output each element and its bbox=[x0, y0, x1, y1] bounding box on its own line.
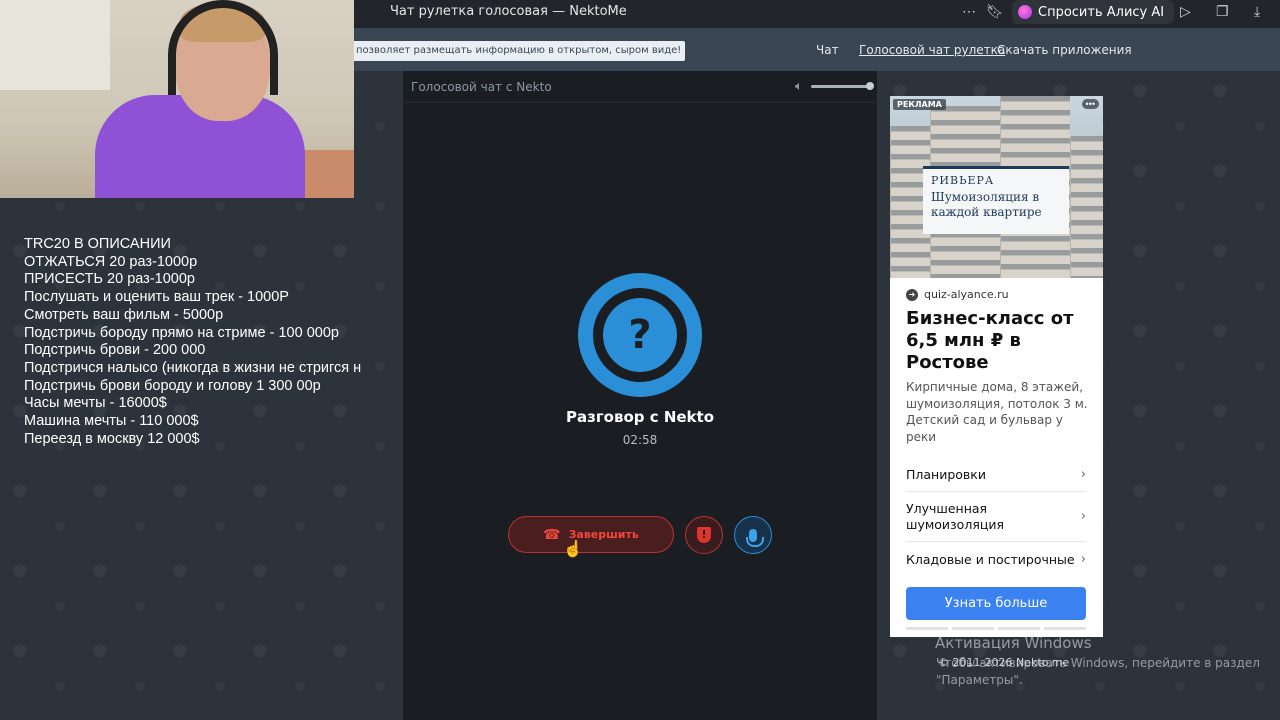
ad-menu-icon[interactable]: ••• bbox=[1081, 99, 1099, 109]
call-timer: 02:58 bbox=[622, 433, 658, 447]
donation-item: ПРИСЕСТЬ 20 раз-1000р bbox=[24, 271, 195, 288]
collections-icon[interactable]: ❐ bbox=[1216, 3, 1229, 20]
donation-item: Подстричь брови бороду и голову 1 300 00… bbox=[24, 377, 321, 394]
ad-sign: РИВЬЕРА Шумоизоляция в каждой квартире bbox=[923, 166, 1069, 234]
report-button[interactable]: ! bbox=[685, 516, 723, 554]
nav-chat[interactable]: Чат bbox=[816, 43, 839, 57]
donation-item: Подстричся налысо (никогда в жизни не ст… bbox=[24, 359, 362, 376]
volume-icon[interactable]: 🔈︎ bbox=[795, 78, 803, 94]
hang-up-icon: ☎ bbox=[543, 526, 561, 543]
alisa-label: Спросить Алису AI bbox=[1038, 4, 1165, 20]
ad-link-soundproofing[interactable]: Улучшенная шумоизоляция › bbox=[906, 501, 1086, 533]
panel-title: Голосовой чат с Nekto bbox=[411, 80, 552, 94]
shield-icon: ! bbox=[697, 527, 711, 543]
ad-label: РЕКЛАМА bbox=[893, 99, 946, 110]
end-call-button[interactable]: ☎ Завершить bbox=[508, 516, 674, 553]
mouse-cursor: ☝ bbox=[563, 541, 583, 558]
alisa-button[interactable]: Спросить Алису AI bbox=[1012, 0, 1175, 24]
panel-header: Голосовой чат с Nekto 🔈︎ bbox=[403, 71, 877, 103]
play-icon[interactable]: ▷ bbox=[1180, 3, 1191, 20]
ad-link-label: Планировки bbox=[906, 467, 986, 482]
ad-headline[interactable]: Бизнес-класс от 6,5 млн ₽ в Ростове bbox=[906, 308, 1096, 374]
chevron-right-icon: › bbox=[1080, 467, 1086, 482]
bookmark-icon[interactable]: 🔖︎ bbox=[986, 3, 1004, 20]
ad-carousel-indicator bbox=[906, 627, 1086, 630]
donation-list: TRC20 В ОПИСАНИИ ОТЖАТЬСЯ 20 раз-1000р П… bbox=[24, 236, 376, 448]
donation-item: Послушать и оценить ваш трек - 1000Р bbox=[24, 289, 289, 306]
ad-link-label: Кладовые и постирочные bbox=[906, 552, 1075, 567]
donation-item: TRC20 В ОПИСАНИИ bbox=[24, 236, 171, 252]
ad-link-layouts[interactable]: Планировки › bbox=[906, 467, 1086, 483]
divider bbox=[906, 541, 1086, 542]
chevron-right-icon: › bbox=[1080, 509, 1086, 524]
donation-item: Переезд в москву 12 000$ bbox=[24, 430, 200, 447]
ad-link-storage[interactable]: Кладовые и постирочные › bbox=[906, 552, 1086, 568]
donation-item: Смотреть ваш фильм - 5000р bbox=[24, 306, 224, 323]
volume-slider[interactable] bbox=[811, 85, 871, 88]
room-window bbox=[0, 0, 110, 90]
ad-cta-button[interactable]: Узнать больше bbox=[906, 587, 1086, 620]
webcam-overlay bbox=[0, 0, 354, 198]
windows-activation-title: Активация Windows bbox=[935, 634, 1092, 652]
ad-domain-text: quiz-alyance.ru bbox=[924, 288, 1009, 301]
donation-item: Машина мечты - 110 000$ bbox=[24, 413, 199, 430]
ad-sign-text: Шумоизоляция в каждой квартире bbox=[931, 190, 1042, 219]
donation-item: Подстричь брови - 200 000 bbox=[24, 342, 206, 359]
donation-item: Подстричь бороду прямо на стриме - 100 0… bbox=[24, 324, 339, 341]
ad-domain[interactable]: ➜ quiz-alyance.ru bbox=[906, 288, 1009, 301]
alisa-icon bbox=[1018, 5, 1032, 19]
ad-link-label: Улучшенная шумоизоляция bbox=[906, 501, 1004, 532]
nav-voice-chat[interactable]: Голосовой чат рулетка bbox=[859, 43, 1005, 57]
donation-item: ОТЖАТЬСЯ 20 раз-1000р bbox=[24, 253, 198, 270]
donation-item: Часы мечты - 16000$ bbox=[24, 395, 167, 412]
question-icon: ? bbox=[603, 298, 677, 372]
chevron-right-icon: › bbox=[1080, 552, 1086, 567]
microphone-button[interactable] bbox=[734, 516, 772, 554]
arrow-right-icon: ➜ bbox=[906, 288, 918, 301]
more-icon[interactable]: ⋯ bbox=[962, 3, 976, 20]
partner-avatar: ? bbox=[578, 273, 702, 397]
microphone-icon bbox=[746, 528, 764, 547]
advertisement[interactable]: РЕКЛАМА ••• РИВЬЕРА Шумоизоляция в каждо… bbox=[890, 96, 1103, 637]
ad-image[interactable]: РЕКЛАМА ••• РИВЬЕРА Шумоизоляция в каждо… bbox=[890, 96, 1103, 278]
voice-chat-panel: Голосовой чат с Nekto 🔈︎ ? Разговор с Ne… bbox=[403, 71, 877, 720]
partner-name: Разговор с Nekto bbox=[565, 408, 715, 426]
notice-banner: позволяет размещать информацию в открыто… bbox=[352, 41, 686, 61]
copyright: © 2011-2026 Nekto.me bbox=[938, 656, 1070, 669]
volume-slider-knob[interactable] bbox=[866, 82, 874, 90]
divider bbox=[906, 491, 1086, 492]
nav-download-apps[interactable]: Скачать приложения bbox=[997, 43, 1132, 57]
ad-sign-brand: РИВЬЕРА bbox=[931, 174, 995, 187]
tab-title: Чат рулетка голосовая — NektoMe bbox=[390, 4, 627, 19]
ad-description: Кирпичные дома, 8 этажей, шумоизоляция, … bbox=[906, 380, 1088, 444]
download-icon[interactable]: ⤓ bbox=[1254, 3, 1260, 20]
